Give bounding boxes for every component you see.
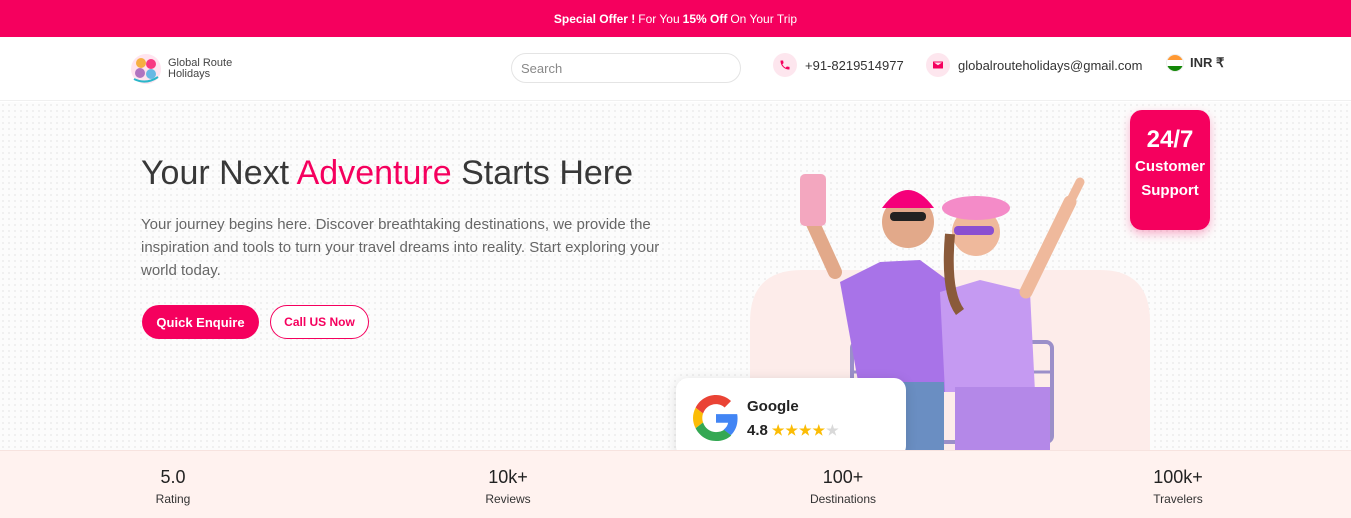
stat-label: Reviews (485, 492, 531, 506)
google-name: Google (747, 398, 799, 415)
brand-name-line2: Holidays (168, 68, 211, 80)
brand-logo-link[interactable]: Global Route Holidays (128, 51, 232, 87)
support-line2: Customer (1134, 158, 1205, 175)
india-flag-icon (1166, 54, 1184, 72)
hero-title-after: Starts Here (451, 154, 634, 192)
rating-stars: ★ ★ ★ ★ ★ (772, 422, 839, 439)
stat-rating: 5.0 Rating (113, 467, 233, 506)
offer-mid: For You (638, 11, 680, 26)
email-link[interactable]: globalrouteholidays@gmail.com (926, 53, 1142, 77)
support-hours: 24/7 (1146, 126, 1194, 153)
phone-number: +91-8219514977 (805, 57, 904, 73)
hero-title: Your Next Adventure Starts Here (141, 154, 633, 193)
currency-selector[interactable]: INR ₹ (1166, 54, 1224, 72)
stat-value: 100+ (822, 467, 864, 487)
stat-reviews: 10k+ Reviews (448, 467, 568, 506)
star-filled-icon: ★ (771, 422, 785, 438)
stat-label: Rating (155, 492, 191, 506)
offer-lead: Special Offer ! (553, 11, 636, 26)
mail-icon (926, 53, 950, 77)
offer-tail: On Your Trip (730, 11, 798, 26)
stat-value: 10k+ (488, 467, 528, 487)
google-rating-row: 4.8 ★ ★ ★ ★ ★ (747, 422, 839, 439)
brand-name: Global Route Holidays (168, 58, 232, 80)
phone-link[interactable]: +91-8219514977 (773, 53, 904, 77)
google-rating-card: Google 4.8 ★ ★ ★ ★ ★ (676, 378, 906, 450)
stats-bar: 5.0 Rating 10k+ Reviews 100+ Destination… (0, 450, 1351, 518)
star-filled-icon: ★ (785, 422, 798, 438)
hero-section: Your Next Adventure Starts Here Your jou… (0, 102, 1351, 450)
call-us-now-button[interactable]: Call US Now (270, 305, 369, 339)
search-input[interactable] (511, 53, 741, 83)
currency-label: INR ₹ (1190, 55, 1225, 70)
site-header: Global Route Holidays +91-8219514977 glo… (0, 37, 1351, 101)
stat-value: 100k+ (1153, 467, 1203, 487)
google-g-icon (693, 395, 738, 441)
stat-travelers: 100k+ Travelers (1118, 467, 1238, 506)
hero-title-before: Your Next (141, 154, 297, 192)
star-filled-icon: ★ (812, 422, 826, 438)
phone-icon (773, 53, 797, 77)
stat-value: 5.0 (160, 467, 186, 487)
star-filled-icon: ★ (798, 422, 812, 438)
support-badge: 24/7 Customer Support (1130, 110, 1210, 230)
quick-enquire-button[interactable]: Quick Enquire (142, 305, 259, 339)
google-rating-value: 4.8 (747, 422, 768, 439)
stat-destinations: 100+ Destinations (783, 467, 903, 506)
stat-label: Destinations (809, 492, 877, 506)
hero-description: Your journey begins here. Discover breat… (141, 216, 660, 279)
hero-title-accent: Adventure (296, 154, 452, 192)
star-empty-icon: ★ (826, 422, 839, 438)
stat-label: Travelers (1153, 492, 1203, 506)
email-address: globalrouteholidays@gmail.com (958, 57, 1143, 73)
offer-banner: Special Offer ! For You 15% Off On Your … (0, 0, 1351, 37)
offer-discount: 15% Off (682, 11, 728, 26)
globe-logo-icon (131, 54, 161, 84)
support-line3: Support (1141, 182, 1199, 199)
